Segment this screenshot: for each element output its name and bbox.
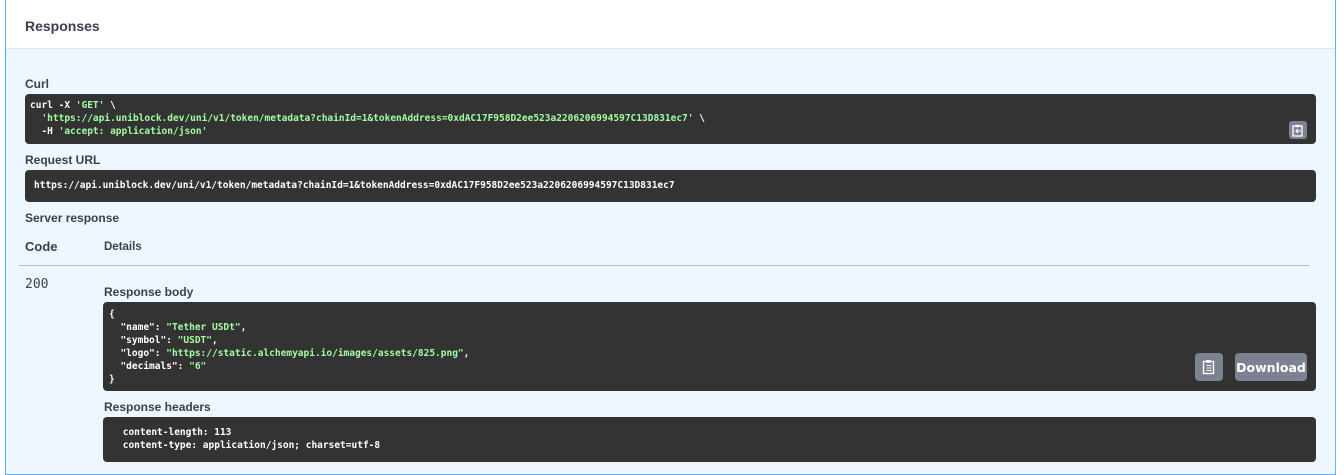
copy-curl-button[interactable] xyxy=(1289,121,1307,139)
request-url-block: https://api.uniblock.dev/uni/v1/token/me… xyxy=(25,170,1316,202)
curl-block: curl -X 'GET' \ 'https://api.uniblock.de… xyxy=(25,94,1316,144)
responses-title: Responses xyxy=(25,18,100,34)
response-headers-block: content-length: 113 content-type: applic… xyxy=(103,417,1316,462)
request-url-text: https://api.uniblock.dev/uni/v1/token/me… xyxy=(34,180,675,191)
copy-icon xyxy=(1292,124,1303,137)
copy-response-button[interactable] xyxy=(1195,353,1223,381)
request-url-label: Request URL xyxy=(25,153,101,167)
server-response-label: Server response xyxy=(25,211,120,225)
copy-icon xyxy=(1202,360,1215,375)
responses-header: Responses xyxy=(6,0,1335,49)
table-divider xyxy=(19,265,1310,266)
response-headers-label: Response headers xyxy=(104,400,211,414)
download-button[interactable]: Download xyxy=(1235,353,1307,381)
header-line: content-length: 113 xyxy=(117,427,232,438)
curl-label: Curl xyxy=(25,77,49,91)
status-code: 200 xyxy=(25,277,49,292)
code-column-header: Code xyxy=(25,239,58,254)
response-body-label: Response body xyxy=(104,285,194,299)
details-column-header: Details xyxy=(104,241,142,253)
header-line: content-type: application/json; charset=… xyxy=(117,440,381,451)
response-body-block: { "name": "Tether USDt", "symbol": "USDT… xyxy=(103,302,1316,391)
